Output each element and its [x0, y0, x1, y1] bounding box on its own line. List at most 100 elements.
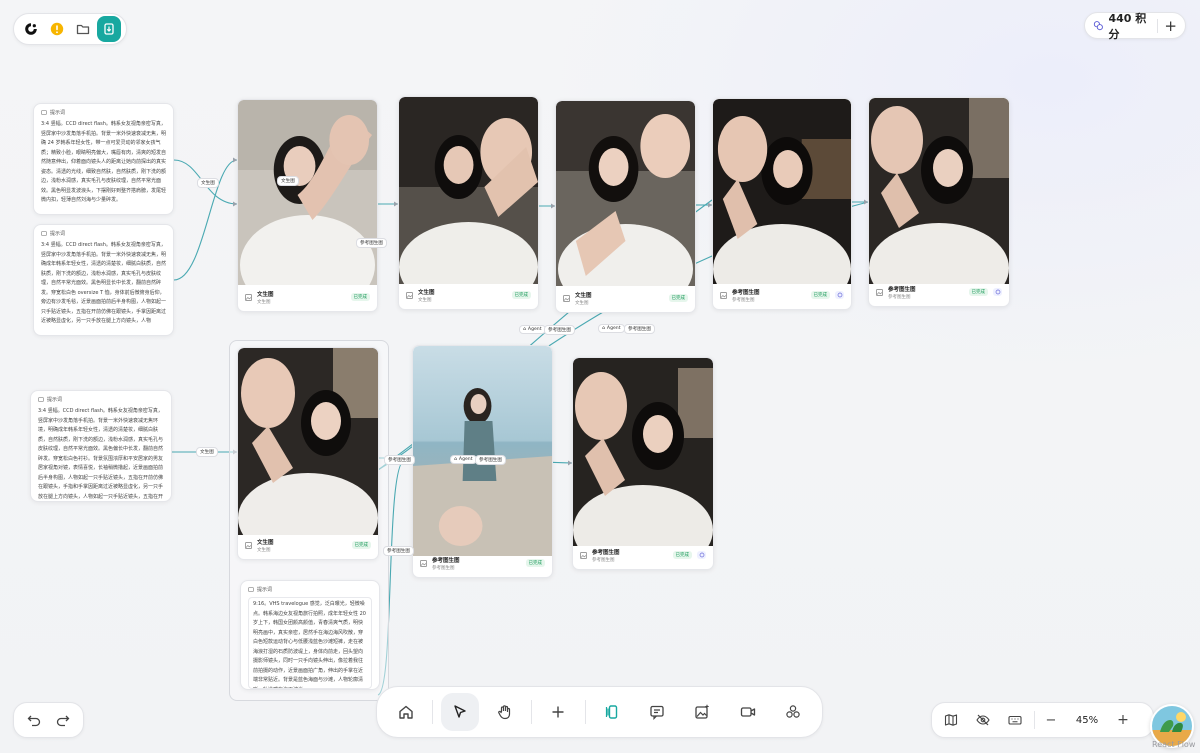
generated-image[interactable] — [556, 101, 695, 286]
add-icon[interactable] — [539, 693, 577, 731]
credits-value: 440 积分 — [1108, 11, 1147, 41]
agent-icon: ⌂ — [523, 327, 526, 332]
image-icon — [563, 294, 570, 302]
zoom-out-button[interactable]: − — [1041, 713, 1061, 728]
card-title: 参考图生图 — [732, 289, 760, 296]
image-icon — [245, 293, 252, 301]
bottom-toolbar — [376, 686, 823, 738]
image-icon — [876, 288, 883, 296]
comment-icon[interactable] — [638, 693, 676, 731]
image-icon — [245, 541, 252, 549]
generated-image[interactable] — [238, 100, 377, 285]
prompt-text: 9:16。VHS travelogue 感觉，泛白曝光，轻微噪点。韩系海边女友视… — [248, 597, 372, 689]
image-card[interactable]: 文生图 文生图 已完成 — [237, 99, 378, 312]
card-title: 文生图 — [257, 291, 274, 298]
card-subtitle: 文生图 — [418, 297, 432, 303]
coins-icon — [1093, 21, 1103, 31]
folder-icon[interactable] — [71, 16, 95, 42]
keyboard-icon[interactable] — [1002, 707, 1028, 733]
edge-label[interactable]: 文生图 — [197, 178, 219, 188]
image-card[interactable]: 文生图 文生图 已完成 — [555, 100, 696, 313]
card-title: 文生图 — [257, 539, 274, 546]
chat-icon — [41, 109, 47, 115]
generated-image[interactable] — [399, 97, 538, 284]
home-icon[interactable] — [387, 693, 425, 731]
card-title: 参考图生图 — [592, 549, 620, 556]
card-title: 文生图 — [418, 289, 435, 296]
prompt-header: 提示词 — [47, 397, 63, 403]
chat-icon — [248, 586, 254, 592]
add-credits-button[interactable]: + — [1164, 17, 1177, 35]
edge-label[interactable]: 参考图生图 — [544, 325, 575, 335]
image-card[interactable]: 参考图生图 参考图生图 已完成 — [868, 97, 1010, 307]
status-badge: 已完成 — [511, 291, 531, 299]
image-generate-icon[interactable] — [683, 693, 721, 731]
card-subtitle: 参考图生图 — [432, 565, 455, 571]
attribution[interactable]: React Flow — [1152, 740, 1195, 749]
zoom-level[interactable]: 45% — [1067, 715, 1107, 726]
redo-icon[interactable] — [50, 707, 76, 733]
export-icon[interactable] — [97, 16, 121, 42]
prompt-text: 3:4 竖幅。CCD direct flash。韩系女友视角亲密写真，竖屏家中沙… — [38, 408, 164, 500]
prompt-node[interactable]: 提示词 3:4 竖幅。CCD direct flash。韩系女友视角亲密写真，竖… — [33, 224, 174, 336]
status-badge: 已完成 — [525, 559, 545, 567]
view-controls: − 45% + — [931, 702, 1154, 738]
card-title: 参考图生图 — [888, 286, 916, 293]
card-subtitle: 文生图 — [575, 300, 589, 306]
prompt-header: 提示词 — [50, 110, 66, 116]
undo-icon[interactable] — [21, 707, 47, 733]
image-icon — [580, 551, 587, 559]
status-badge: 已完成 — [810, 291, 830, 299]
card-subtitle: 参考图生图 — [592, 557, 615, 563]
hand-pan-icon[interactable] — [486, 693, 524, 731]
eye-off-icon[interactable] — [970, 707, 996, 733]
generated-image[interactable] — [869, 98, 1009, 284]
variant-icon[interactable] — [835, 291, 844, 299]
agent-edge-label[interactable]: ⌂ Agent — [598, 324, 625, 333]
top-app-bar — [13, 13, 127, 45]
agent-edge-label[interactable]: ⌂ Agent — [450, 455, 477, 464]
card-subtitle: 参考图生图 — [732, 297, 755, 303]
generated-image[interactable] — [713, 99, 851, 284]
video-icon[interactable] — [729, 693, 767, 731]
image-card[interactable]: 参考图生图 参考图生图 已完成 — [572, 357, 714, 570]
edge-label[interactable]: 参考图生图 — [383, 546, 414, 556]
edge-label[interactable]: 参考图生图 — [624, 324, 655, 334]
card-title: 参考图生图 — [432, 557, 460, 564]
select-cursor-icon[interactable] — [440, 693, 479, 731]
edge-label[interactable]: 参考图生图 — [356, 238, 387, 248]
prompt-node[interactable]: 提示词 9:16。VHS travelogue 感觉，泛白曝光，轻微噪点。韩系海… — [240, 580, 380, 690]
status-badge: 已完成 — [350, 293, 370, 301]
image-icon — [420, 559, 427, 567]
variant-icon[interactable] — [697, 551, 706, 559]
generated-image[interactable] — [238, 348, 378, 535]
agent-icon: ⌂ — [454, 457, 457, 462]
edge-label[interactable]: 参考图生图 — [384, 455, 415, 465]
text-to-image-icon[interactable] — [593, 693, 631, 731]
history-bar — [13, 702, 84, 738]
plugins-icon[interactable] — [774, 693, 812, 731]
agent-edge-label[interactable]: ⌂ Agent — [519, 325, 546, 334]
logo-icon[interactable] — [19, 16, 43, 42]
edge-label[interactable]: 文生图 — [196, 447, 218, 457]
zoom-in-button[interactable]: + — [1113, 712, 1133, 728]
edge-label[interactable]: 参考图生图 — [475, 455, 506, 465]
card-subtitle: 文生图 — [257, 299, 271, 305]
generated-image[interactable] — [413, 346, 552, 556]
prompt-node[interactable]: 提示词 3:4 竖幅。CCD direct flash。韩系女友视角亲密写真，竖… — [30, 390, 172, 502]
image-card[interactable]: 文生图 文生图 已完成 — [237, 347, 379, 560]
image-card[interactable]: 参考图生图 参考图生图 已完成 — [712, 98, 852, 310]
prompt-node[interactable]: 提示词 3:4 竖幅。CCD direct flash。韩系女友视角亲密写真，竖… — [33, 103, 174, 215]
status-badge: 已完成 — [672, 551, 692, 559]
image-card[interactable]: 文生图 文生图 已完成 — [398, 96, 539, 310]
generated-image[interactable] — [573, 358, 713, 546]
alert-circle-icon[interactable] — [45, 16, 69, 42]
edge-label[interactable]: 文生图 — [277, 176, 299, 186]
chat-icon — [41, 230, 47, 236]
credits-bar: 440 积分 + — [1084, 11, 1186, 41]
variant-icon[interactable] — [993, 288, 1002, 296]
status-badge: 已完成 — [968, 288, 988, 296]
card-subtitle: 参考图生图 — [888, 294, 911, 300]
prompt-header: 提示词 — [50, 231, 66, 237]
map-icon[interactable] — [938, 707, 964, 733]
